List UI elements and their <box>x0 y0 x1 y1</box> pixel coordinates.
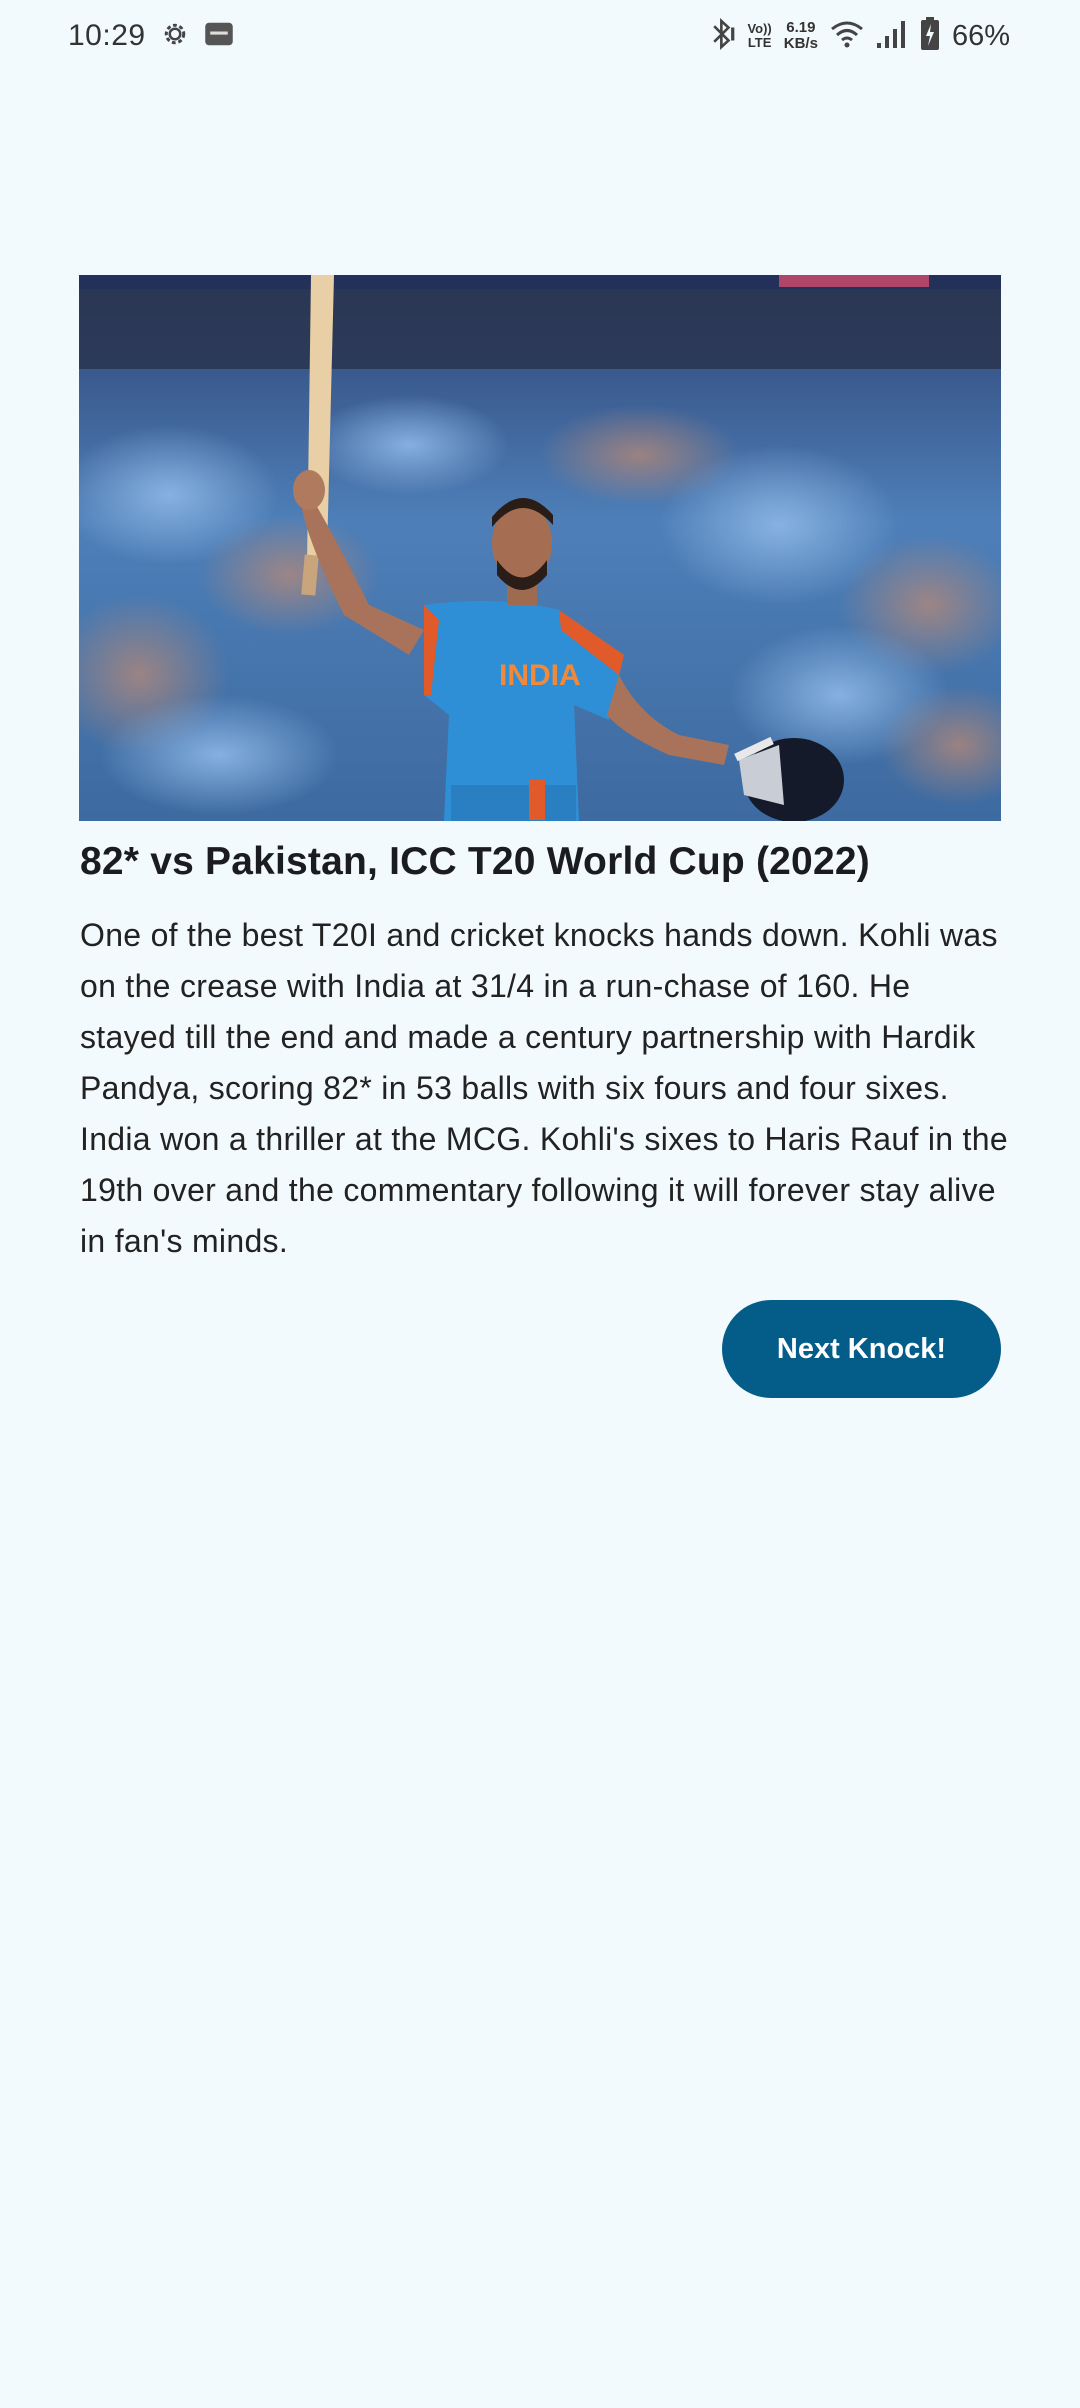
settings-gear-icon <box>160 19 190 54</box>
network-speed-value: 6.19 <box>786 19 816 36</box>
volte-icon: Vo)) LTE <box>747 22 771 50</box>
player-celebrating-photo: INDIA <box>79 275 1001 821</box>
status-bar: 10:29 Vo)) LTE 6.19 KB/s 66% <box>0 0 1080 72</box>
status-left: 10:29 <box>68 18 234 54</box>
volte-bottom-label: LTE <box>747 35 772 50</box>
volte-top-label: Vo)) <box>747 21 772 36</box>
bluetooth-icon <box>709 17 735 56</box>
wifi-icon <box>830 19 864 54</box>
knock-description: One of the best T20I and cricket knocks … <box>80 917 1008 1259</box>
status-right: Vo)) LTE 6.19 KB/s 66% <box>709 16 1010 56</box>
next-knock-button[interactable]: Next Knock! <box>722 1300 1001 1398</box>
status-time: 10:29 <box>68 19 146 52</box>
battery-percent: 66% <box>951 19 1010 52</box>
knock-photo: INDIA <box>79 275 1001 821</box>
knock-title: 82* vs Pakistan, ICC T20 World Cup (2022… <box>80 840 870 883</box>
signal-icon <box>876 19 908 54</box>
network-speed: 6.19 KB/s <box>784 20 818 52</box>
jersey-text: INDIA <box>499 659 581 692</box>
network-speed-unit: KB/s <box>783 35 818 52</box>
battery-charging-icon <box>920 16 940 56</box>
notification-app-icon <box>204 19 234 54</box>
